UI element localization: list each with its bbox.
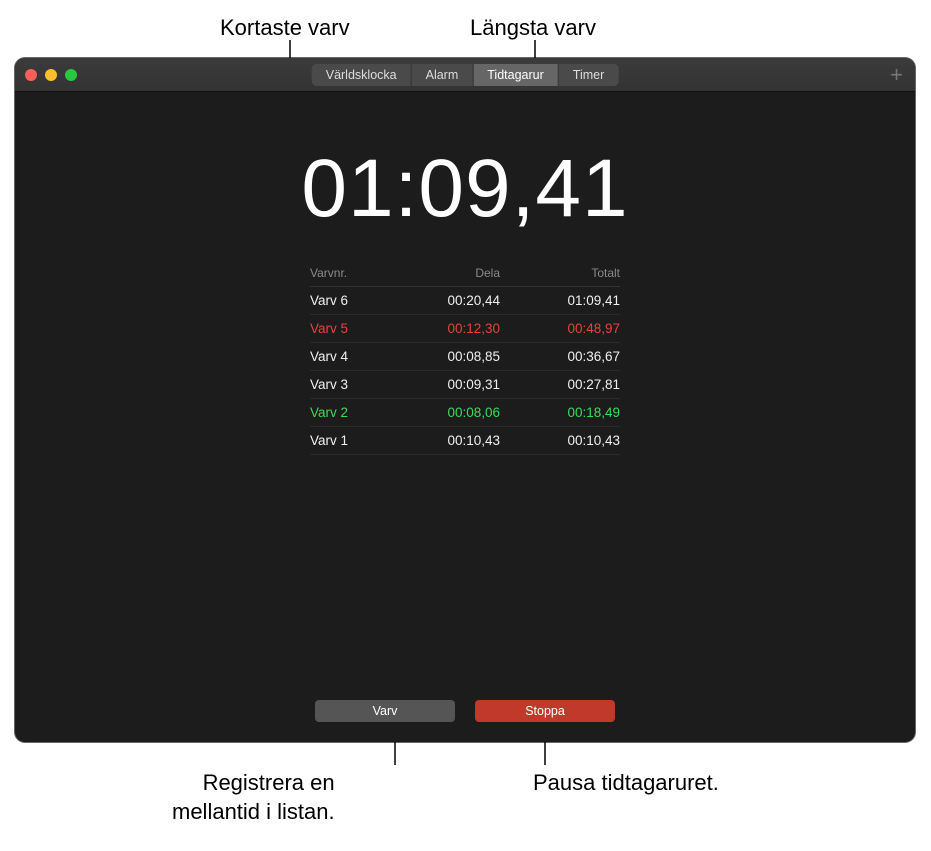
tab-timer[interactable]: Timer [559, 64, 618, 86]
callout-longest-lap: Längsta varv [470, 14, 596, 43]
lap-row: Varv 400:08,8500:36,67 [310, 343, 620, 371]
lap-number: Varv 6 [310, 293, 390, 308]
lap-number: Varv 4 [310, 349, 390, 364]
callout-pause-stopwatch: Pausa tidtagaruret. [533, 769, 719, 798]
window-titlebar: Världsklocka Alarm Tidtagarur Timer + [15, 58, 915, 92]
mode-tabs: Världsklocka Alarm Tidtagarur Timer [312, 64, 619, 86]
lap-number: Varv 2 [310, 405, 390, 420]
lap-split: 00:09,31 [390, 377, 500, 392]
zoom-icon[interactable] [65, 69, 77, 81]
lap-row: Varv 600:20,4401:09,41 [310, 287, 620, 315]
minimize-icon[interactable] [45, 69, 57, 81]
lap-number: Varv 3 [310, 377, 390, 392]
lap-total: 00:10,43 [500, 433, 620, 448]
lap-col-header-number: Varvnr. [310, 266, 390, 280]
tab-world-clock[interactable]: Världsklocka [312, 64, 412, 86]
lap-split: 00:20,44 [390, 293, 500, 308]
lap-table-header: Varvnr. Dela Totalt [310, 260, 620, 287]
lap-table: Varvnr. Dela Totalt Varv 600:20,4401:09,… [310, 260, 620, 455]
lap-row: Varv 100:10,4300:10,43 [310, 427, 620, 455]
tab-stopwatch[interactable]: Tidtagarur [473, 64, 559, 86]
lap-col-header-split: Dela [390, 266, 500, 280]
lap-total: 00:36,67 [500, 349, 620, 364]
callout-shortest-lap: Kortaste varv [220, 14, 350, 43]
lap-button[interactable]: Varv [315, 700, 455, 722]
lap-split: 00:08,06 [390, 405, 500, 420]
lap-number: Varv 5 [310, 321, 390, 336]
lap-row: Varv 200:08,0600:18,49 [310, 399, 620, 427]
lap-total: 00:27,81 [500, 377, 620, 392]
callout-record-lap: Registrera en mellantid i listan. [172, 769, 335, 826]
window-traffic-lights [25, 69, 77, 81]
stopwatch-content: 01:09,41 Varvnr. Dela Totalt Varv 600:20… [15, 92, 915, 455]
stopwatch-window: Världsklocka Alarm Tidtagarur Timer + 01… [15, 58, 915, 742]
stopwatch-time-display: 01:09,41 [15, 142, 915, 236]
lap-total: 00:18,49 [500, 405, 620, 420]
lap-row: Varv 500:12,3000:48,97 [310, 315, 620, 343]
stop-button[interactable]: Stoppa [475, 700, 615, 722]
lap-col-header-total: Totalt [500, 266, 620, 280]
close-icon[interactable] [25, 69, 37, 81]
plus-icon[interactable]: + [890, 62, 903, 88]
lap-split: 00:08,85 [390, 349, 500, 364]
tab-alarm[interactable]: Alarm [412, 64, 474, 86]
stopwatch-controls: Varv Stoppa [315, 700, 615, 722]
lap-total: 00:48,97 [500, 321, 620, 336]
lap-split: 00:12,30 [390, 321, 500, 336]
lap-total: 01:09,41 [500, 293, 620, 308]
lap-row: Varv 300:09,3100:27,81 [310, 371, 620, 399]
lap-number: Varv 1 [310, 433, 390, 448]
lap-split: 00:10,43 [390, 433, 500, 448]
